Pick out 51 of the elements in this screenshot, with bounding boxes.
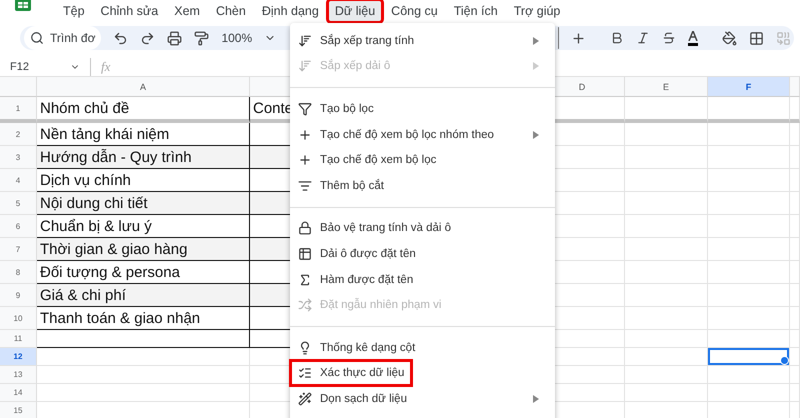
zoom-dropdown[interactable]: 100% (221, 31, 252, 45)
table-cell: Giá & chi phí (37, 284, 250, 307)
menu-item[interactable]: Tạo chế độ xem bộ lọc nhóm theo (290, 122, 555, 148)
table-cell: Nền tảng khái niệm (37, 123, 250, 146)
menu-item[interactable]: Dải ô được đặt tên (290, 241, 555, 267)
table-cell: Nhóm chủ đề (37, 97, 250, 123)
row-header[interactable]: 8 (0, 261, 37, 284)
menu-item[interactable]: Dữ liệu (328, 0, 382, 22)
menu-item[interactable]: Thêm bộ cắt (290, 172, 555, 199)
name-box[interactable]: F12 (10, 61, 60, 73)
row-header[interactable]: 9 (0, 284, 37, 307)
menu-item[interactable]: Xem (167, 0, 207, 22)
row-header[interactable]: 5 (0, 192, 37, 215)
row-header[interactable]: 6 (0, 215, 37, 238)
row-header[interactable]: 4 (0, 169, 37, 192)
row-header[interactable]: 3 (0, 146, 37, 169)
menu-item[interactable]: Tiện ích (446, 0, 505, 22)
row-header[interactable]: 1 (0, 97, 37, 123)
menu-item[interactable]: Hàm được đặt tên (290, 266, 555, 292)
menu-item[interactable]: Dọn sạch dữ liệu (290, 386, 555, 412)
table-cell: Đối tượng & persona (37, 261, 250, 284)
fx-label: fx (101, 59, 110, 75)
menu-item[interactable]: Xác thực dữ liệu (290, 360, 555, 386)
row-header[interactable]: 7 (0, 238, 37, 261)
table-cell: Dịch vụ chính (37, 169, 250, 192)
column-header[interactable]: E (625, 77, 708, 97)
menu-item[interactable]: Chèn (208, 0, 253, 22)
menu-item[interactable]: Tạo chế độ xem bộ lọc (290, 147, 555, 173)
row-header[interactable]: 13 (0, 366, 37, 384)
menu-item[interactable]: Thống kê dạng cột (290, 334, 555, 361)
menu-item[interactable]: Công cụ (384, 0, 445, 22)
menu-search-button[interactable]: Trình đơ (24, 26, 102, 50)
menu-item[interactable]: Bảo vệ trang tính và dải ô (290, 216, 555, 242)
row-header[interactable]: 14 (0, 384, 37, 402)
menu-item[interactable]: Trợ giúp (506, 0, 568, 22)
row-header[interactable]: 10 (0, 307, 37, 330)
row-header[interactable]: 12 (0, 348, 37, 366)
menu-item[interactable]: Định dạng (254, 0, 326, 22)
table-cell: Hướng dẫn - Quy trình (37, 146, 250, 169)
menu-item[interactable]: Tệp (56, 0, 92, 22)
row-header[interactable]: 2 (0, 123, 37, 146)
table-cell: Nội dung chi tiết (37, 192, 250, 215)
table-cell: Thanh toán & giao nhận (37, 307, 250, 330)
row-header[interactable]: 15 (0, 402, 37, 418)
column-header[interactable]: F (708, 77, 790, 97)
table-cell: Chuẩn bị & lưu ý (37, 215, 250, 238)
menu-item[interactable]: Chỉnh sửa (94, 0, 166, 22)
column-header[interactable]: A (37, 77, 250, 97)
menu-item[interactable]: Sắp xếp trang tính (290, 28, 555, 54)
table-cell: Thời gian & giao hàng (37, 238, 250, 261)
row-header[interactable]: 11 (0, 330, 37, 348)
